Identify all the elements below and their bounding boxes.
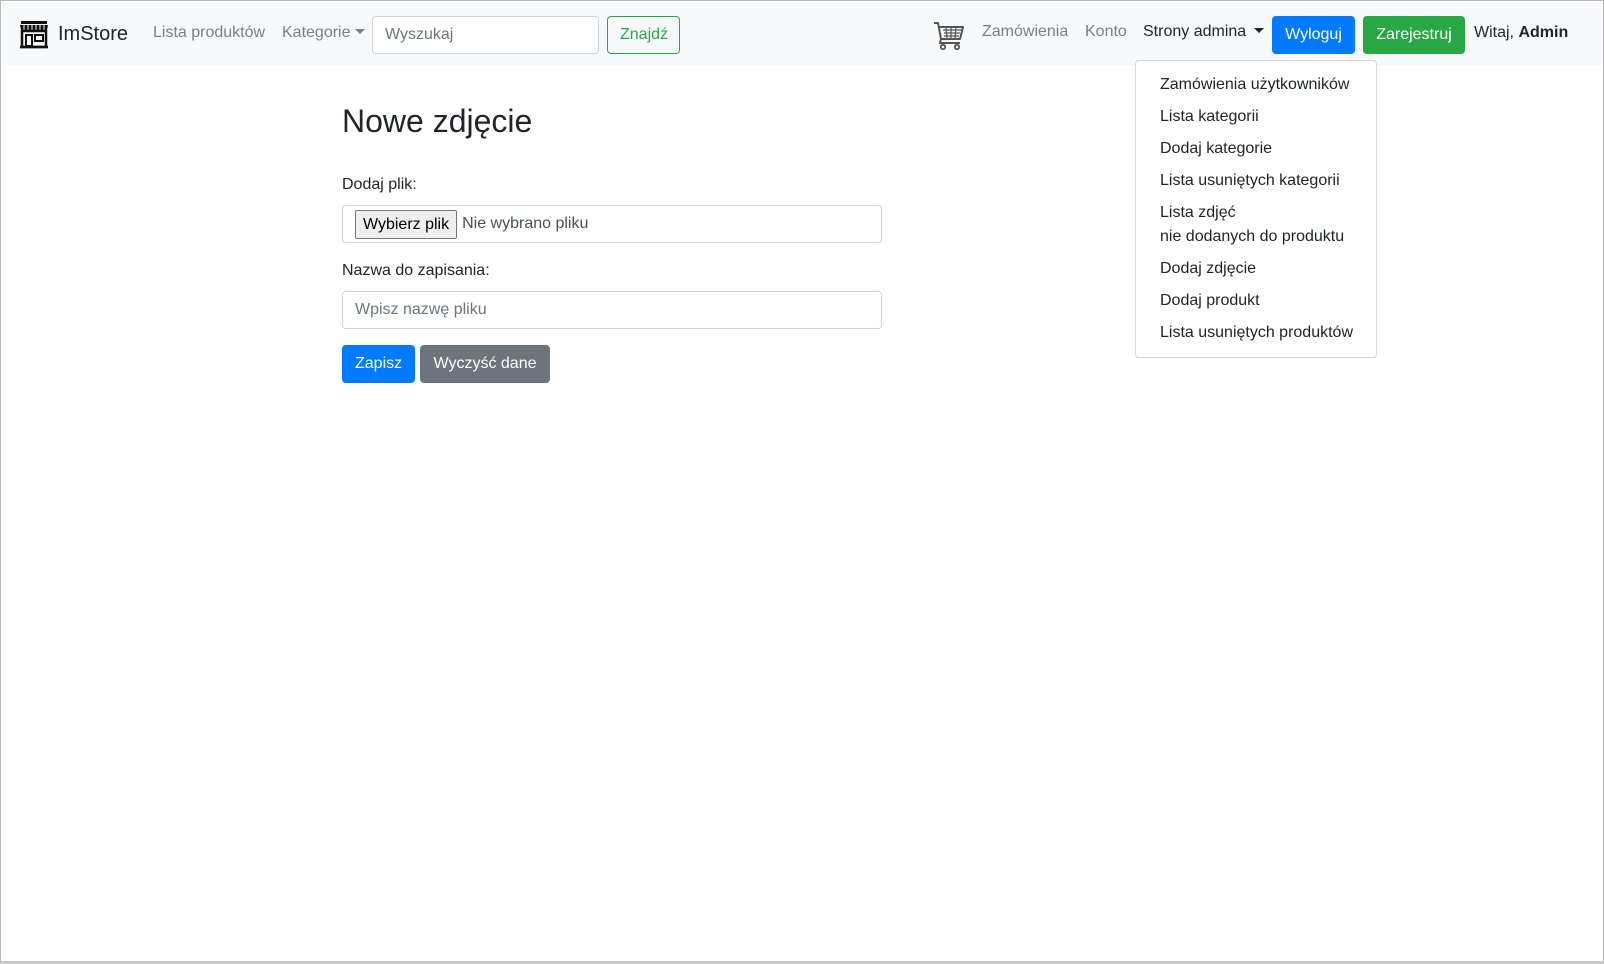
chevron-down-icon bbox=[1254, 28, 1265, 33]
new-photo-form: Nowe zdjęcie Dodaj plik: Wybierz plik Ni… bbox=[342, 101, 882, 383]
chevron-down-icon bbox=[354, 29, 365, 34]
top-navbar: ImStore Lista produktów Kategorie Znajdź… bbox=[2, 2, 1602, 65]
cart-icon[interactable] bbox=[933, 19, 965, 51]
browser-viewport: ImStore Lista produktów Kategorie Znajdź… bbox=[0, 0, 1604, 964]
file-input[interactable]: Wybierz plik Nie wybrano pliku bbox=[342, 205, 882, 243]
admin-pages-menu: Zamówienia użytkowników Lista kategorii … bbox=[1135, 60, 1377, 358]
nav-products-link[interactable]: Lista produktów bbox=[153, 23, 265, 43]
search-input[interactable] bbox=[372, 16, 599, 54]
nav-categories-label: Kategorie bbox=[282, 24, 351, 41]
save-button[interactable]: Zapisz bbox=[342, 345, 415, 383]
brand-link[interactable]: ImStore bbox=[18, 18, 128, 50]
choose-file-button[interactable]: Wybierz plik bbox=[355, 209, 458, 239]
form-actions: Zapisz Wyczyść dane bbox=[342, 345, 882, 383]
admin-menu-item-user-orders[interactable]: Zamówienia użytkowników bbox=[1136, 69, 1376, 101]
greeting-prefix: Witaj, bbox=[1474, 24, 1514, 41]
admin-menu-item-add-product[interactable]: Dodaj produkt bbox=[1136, 285, 1376, 317]
greeting-username: Admin bbox=[1518, 24, 1569, 41]
file-name-input[interactable] bbox=[342, 291, 882, 329]
file-label: Dodaj plik: bbox=[342, 176, 417, 193]
unassigned-photos-label-line1: Lista zdjęć bbox=[1160, 204, 1236, 221]
admin-menu-item-deleted-categories[interactable]: Lista usuniętych kategorii bbox=[1136, 165, 1376, 197]
user-greeting: Witaj, Admin bbox=[1474, 24, 1568, 42]
admin-menu-item-add-photo[interactable]: Dodaj zdjęcie bbox=[1136, 253, 1376, 285]
nav-account-link[interactable]: Konto bbox=[1085, 22, 1127, 42]
admin-menu-item-deleted-products[interactable]: Lista usuniętych produktów bbox=[1136, 317, 1376, 349]
clear-button[interactable]: Wyczyść dane bbox=[420, 345, 550, 383]
name-label: Nazwa do zapisania: bbox=[342, 262, 490, 279]
logout-button[interactable]: Wyloguj bbox=[1272, 16, 1355, 54]
register-button[interactable]: Zarejestruj bbox=[1363, 16, 1465, 54]
nav-admin-pages-dropdown[interactable]: Strony admina bbox=[1143, 22, 1265, 42]
nav-orders-link[interactable]: Zamówienia bbox=[982, 22, 1068, 42]
brand-name: ImStore bbox=[58, 22, 129, 45]
unassigned-photos-label-line2: nie dodanych do produktu bbox=[1160, 228, 1345, 245]
nav-categories-dropdown[interactable]: Kategorie bbox=[282, 23, 365, 43]
admin-menu-item-add-category[interactable]: Dodaj kategorie bbox=[1136, 133, 1376, 165]
store-icon bbox=[20, 21, 48, 49]
file-status-text: Nie wybrano pliku bbox=[462, 215, 589, 232]
admin-menu-item-category-list[interactable]: Lista kategorii bbox=[1136, 101, 1376, 133]
admin-menu-item-unassigned-photos[interactable]: Lista zdjęć nie dodanych do produktu bbox=[1136, 197, 1376, 253]
nav-admin-pages-label: Strony admina bbox=[1143, 23, 1247, 40]
search-button[interactable]: Znajdź bbox=[607, 16, 680, 54]
page-title: Nowe zdjęcie bbox=[342, 103, 533, 139]
